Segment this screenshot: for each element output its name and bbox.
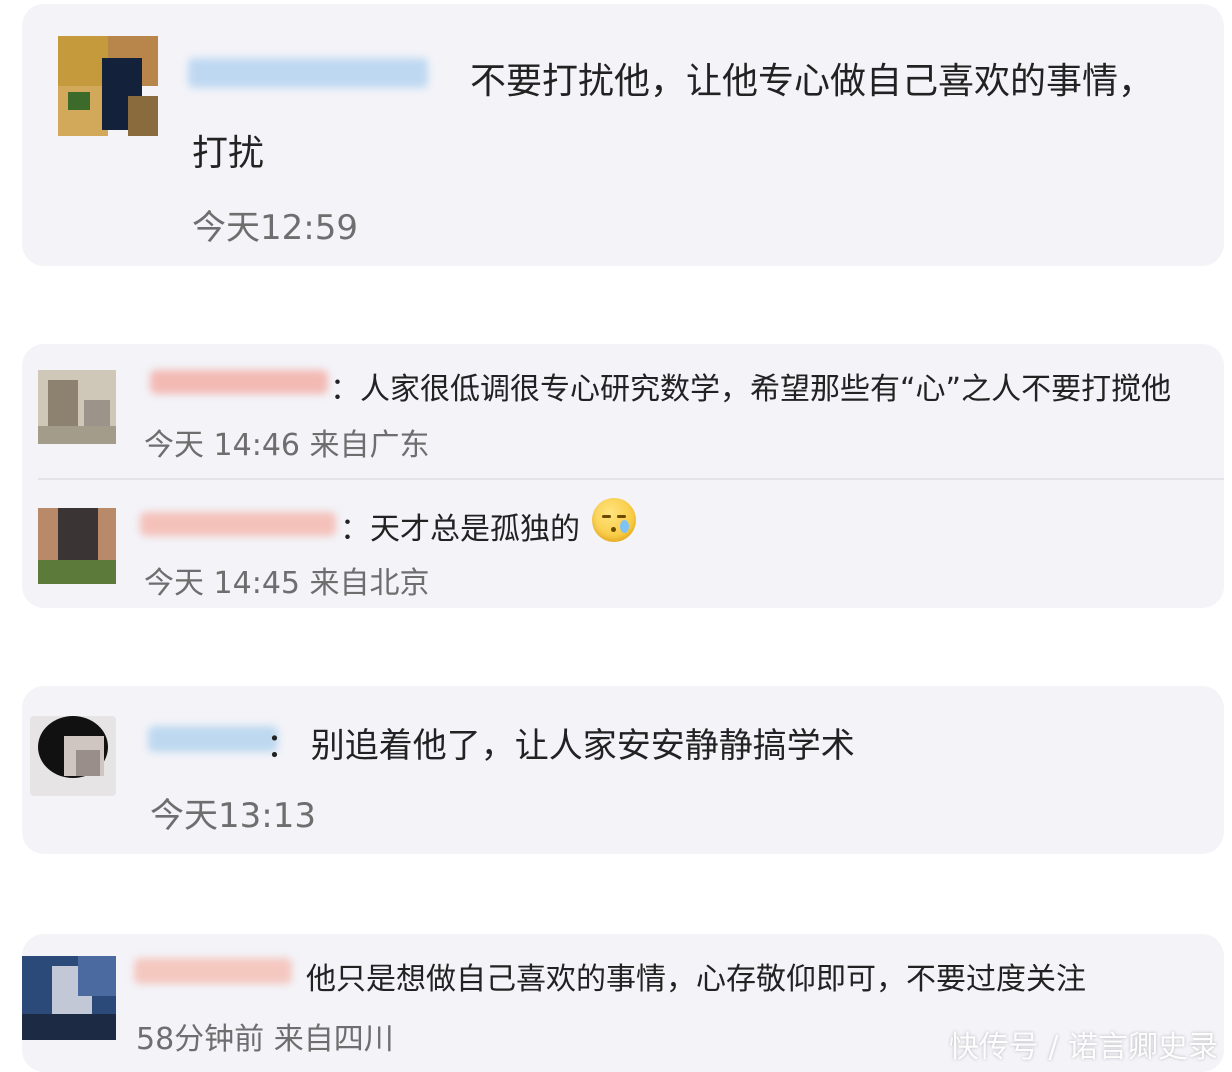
comment-timestamp: 今天12:59 <box>192 208 358 248</box>
watermark: 快传号 / 诺言卿史录 <box>948 1030 1218 1065</box>
user-avatar[interactable] <box>58 36 158 136</box>
blurred-username[interactable] <box>188 58 428 88</box>
reply-timestamp: 今天 14:46 来自广东 <box>144 428 430 463</box>
blurred-username[interactable] <box>148 726 278 752</box>
reply-divider <box>38 478 1224 480</box>
user-avatar[interactable] <box>38 508 116 584</box>
comment-text-continued: 打扰 <box>192 133 265 174</box>
blurred-username[interactable] <box>134 958 292 984</box>
comment-timestamp: 今天13:13 <box>150 796 316 836</box>
comment-timestamp: 58分钟前 来自四川 <box>136 1022 394 1057</box>
comment-text: ： 别追着他了，让人家安安静静搞学术 <box>266 726 855 766</box>
blurred-username[interactable] <box>150 370 328 394</box>
user-avatar[interactable] <box>30 716 116 796</box>
reply-text: ：人家很低调很专心研究数学，希望那些有“心”之人不要打搅他 <box>330 372 1172 407</box>
comment-text: 他只是想做自己喜欢的事情，心存敬仰即可，不要过度关注 <box>306 962 1086 997</box>
user-avatar[interactable] <box>38 370 116 444</box>
cold-sweat-emoji <box>592 498 636 542</box>
reply-timestamp: 今天 14:45 来自北京 <box>144 566 430 601</box>
blurred-username[interactable] <box>140 512 336 536</box>
comment-text: 不要打扰他，让他专心做自己喜欢的事情， <box>470 61 1155 102</box>
user-avatar[interactable] <box>22 956 116 1040</box>
reply-text: ：天才总是孤独的 <box>340 512 580 547</box>
